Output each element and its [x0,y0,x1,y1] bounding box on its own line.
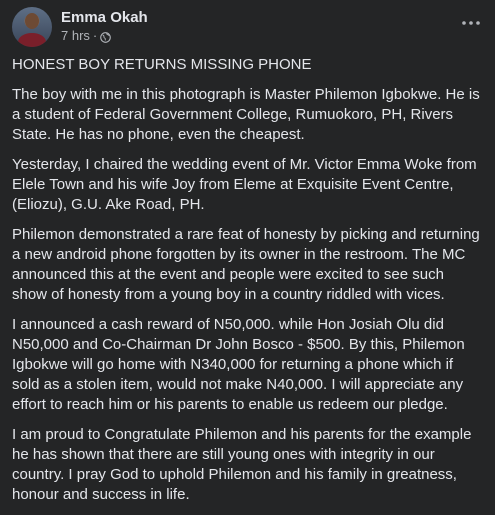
post-paragraph: Philemon demonstrated a rare feat of hon… [12,226,480,303]
post-time-row: 7 hrs · [61,28,148,44]
post-paragraph: I announced a cash reward of N50,000. wh… [12,316,465,413]
post-paragraph: I am proud to Congratulate Philemon and … [12,426,472,503]
author-avatar[interactable] [12,7,52,47]
facebook-post: Emma Okah 7 hrs · HONEST BOY RETURNS MIS… [0,0,495,503]
author-name[interactable]: Emma Okah [61,8,148,27]
more-options-icon[interactable] [457,11,485,35]
author-meta: Emma Okah 7 hrs · [61,7,148,44]
post-time[interactable]: 7 hrs [61,28,90,44]
post-title: HONEST BOY RETURNS MISSING PHONE [12,56,312,73]
globe-icon[interactable] [100,31,112,43]
post-header: Emma Okah 7 hrs · [12,7,485,47]
post-paragraph: Yesterday, I chaired the wedding event o… [12,156,477,213]
post-paragraph: The boy with me in this photograph is Ma… [12,86,480,143]
separator-dot: · [92,28,98,43]
post-content: HONEST BOY RETURNS MISSING PHONE The boy… [12,55,483,515]
